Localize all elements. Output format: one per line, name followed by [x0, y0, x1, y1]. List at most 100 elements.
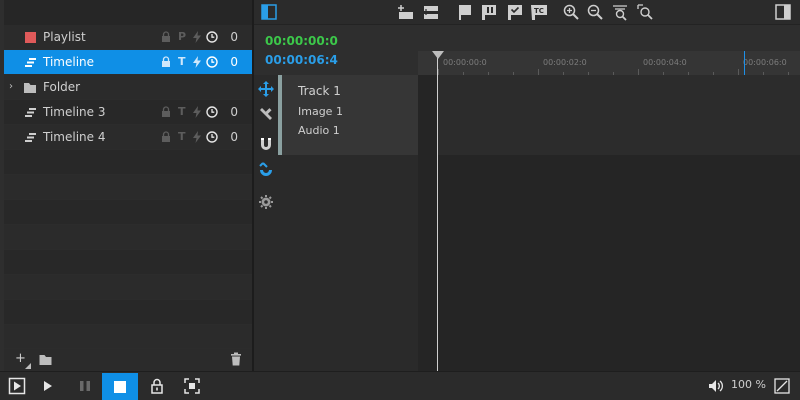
tree-item-timeline[interactable]: Timeline T 0 — [4, 50, 252, 75]
tree-item-timeline-4[interactable]: Timeline 4 T 0 — [4, 125, 252, 150]
zoom-fit-icon[interactable] — [611, 3, 629, 21]
tree-item-playlist[interactable]: Playlist P 0 — [4, 25, 252, 50]
add-dropdown-icon[interactable] — [25, 363, 31, 369]
lock-icon[interactable] — [160, 131, 172, 143]
svg-text:TC: TC — [534, 7, 544, 15]
tree-expander[interactable] — [9, 32, 19, 42]
stop-button[interactable] — [102, 373, 138, 400]
timeline-icon — [25, 133, 36, 142]
type-letter: T — [178, 130, 186, 143]
track-image-layer: Image 1 — [298, 105, 343, 118]
tree-item-count: 0 — [230, 105, 238, 119]
duration-timecode[interactable]: 00:00:06:4 — [265, 53, 338, 67]
volume-icon[interactable] — [707, 377, 725, 395]
zoom-selection-icon[interactable] — [636, 3, 654, 21]
empty-row — [4, 150, 252, 175]
tree-item-label: Folder — [43, 80, 81, 94]
clock-icon[interactable] — [206, 56, 218, 68]
new-folder-icon[interactable] — [38, 353, 53, 366]
timecode-marker-icon[interactable]: TC — [530, 3, 548, 21]
track-name: Track 1 — [298, 84, 341, 98]
bolt-icon[interactable] — [192, 56, 202, 68]
tree-expander[interactable] — [9, 132, 19, 142]
play-from-start-icon[interactable] — [8, 377, 26, 395]
tree-item-label: Timeline — [43, 55, 95, 69]
empty-row — [4, 300, 252, 325]
settings-gear-icon[interactable] — [258, 194, 274, 210]
play-icon[interactable] — [39, 377, 57, 395]
timeline-toolbar: TC — [254, 0, 800, 25]
stop-icon — [114, 381, 126, 393]
type-letter: T — [178, 105, 186, 118]
toggle-right-panel-icon[interactable] — [774, 3, 792, 21]
playhead-line[interactable] — [437, 51, 438, 371]
lock-icon[interactable] — [160, 106, 172, 118]
toggle-left-panel-icon[interactable] — [260, 3, 278, 21]
timeline-icon — [25, 58, 36, 67]
empty-row — [4, 325, 252, 349]
zoom-level: 100 % — [731, 378, 766, 391]
tree-expander[interactable] — [9, 57, 19, 67]
bolt-icon[interactable] — [192, 131, 202, 143]
playlist-square-icon — [25, 32, 36, 43]
tree-item-flags: P — [160, 30, 222, 44]
track-color-bar — [278, 75, 282, 155]
clock-icon[interactable] — [206, 131, 218, 143]
track-lane[interactable] — [438, 75, 800, 155]
timeline-icon — [25, 108, 36, 117]
tree-item-label: Timeline 4 — [43, 130, 106, 144]
bolt-icon[interactable] — [192, 106, 202, 118]
tree-item-flags: T — [160, 105, 222, 119]
empty-row — [4, 175, 252, 200]
tree-footer: + — [4, 349, 252, 371]
bolt-icon[interactable] — [192, 31, 202, 43]
resize-fit-icon[interactable] — [773, 377, 791, 395]
move-tool-icon[interactable] — [258, 81, 274, 97]
tree-item-count: 0 — [230, 30, 238, 44]
timecode-display: 00:00:00:0 00:00:06:4 — [254, 25, 418, 75]
ruler-label: 00:00:04:0 — [643, 58, 687, 67]
zoom-out-icon[interactable] — [586, 3, 604, 21]
zoom-in-icon[interactable] — [562, 3, 580, 21]
playhead-handle[interactable] — [432, 51, 444, 59]
pause-marker-icon[interactable] — [480, 3, 498, 21]
fullscreen-icon[interactable] — [183, 377, 201, 395]
track-header-empty — [278, 155, 418, 371]
lock-icon[interactable] — [160, 56, 172, 68]
tree-item-count: 0 — [230, 130, 238, 144]
trash-icon[interactable] — [230, 352, 242, 366]
track-audio-layer: Audio 1 — [298, 124, 340, 137]
add-track-above-icon[interactable] — [396, 3, 414, 21]
marker-flag-icon[interactable] — [456, 3, 474, 21]
track-header[interactable]: Track 1 Image 1 Audio 1 — [278, 75, 418, 155]
clock-icon[interactable] — [206, 31, 218, 43]
ruler-label: 00:00:02:0 — [543, 58, 587, 67]
transport-bar: 100 % — [0, 371, 800, 400]
check-marker-icon[interactable] — [506, 3, 524, 21]
empty-row — [4, 275, 252, 300]
tree-item-label: Timeline 3 — [43, 105, 106, 119]
tree-item-timeline-3[interactable]: Timeline 3 T 0 — [4, 100, 252, 125]
folder-icon — [24, 83, 36, 93]
cut-tool-icon[interactable] — [258, 106, 274, 122]
add-track-below-icon[interactable] — [421, 3, 439, 21]
tree-expander[interactable] — [9, 107, 19, 117]
empty-row — [4, 200, 252, 225]
timeline-canvas[interactable] — [418, 75, 800, 371]
tree-expander[interactable]: › — [9, 82, 19, 92]
empty-row — [4, 250, 252, 275]
clock-icon[interactable] — [206, 106, 218, 118]
pause-icon[interactable] — [76, 377, 94, 395]
end-marker[interactable] — [744, 51, 745, 75]
tree-item-label: Playlist — [43, 30, 86, 44]
tree-item-folder[interactable]: › Folder — [4, 75, 252, 100]
type-letter: T — [178, 55, 186, 68]
lock-icon[interactable] — [160, 31, 172, 43]
tree-item-flags: T — [160, 55, 222, 69]
magnet-ripple-icon[interactable] — [258, 162, 274, 178]
lock-icon[interactable] — [148, 377, 166, 395]
magnet-snap-icon[interactable] — [258, 136, 274, 152]
current-timecode[interactable]: 00:00:00:0 — [265, 34, 338, 48]
ruler-label: 00:00:06:0 — [743, 58, 787, 67]
time-ruler[interactable]: 00:00:00:0 00:00:02:0 00:00:04:0 00:00:0… — [418, 25, 800, 75]
